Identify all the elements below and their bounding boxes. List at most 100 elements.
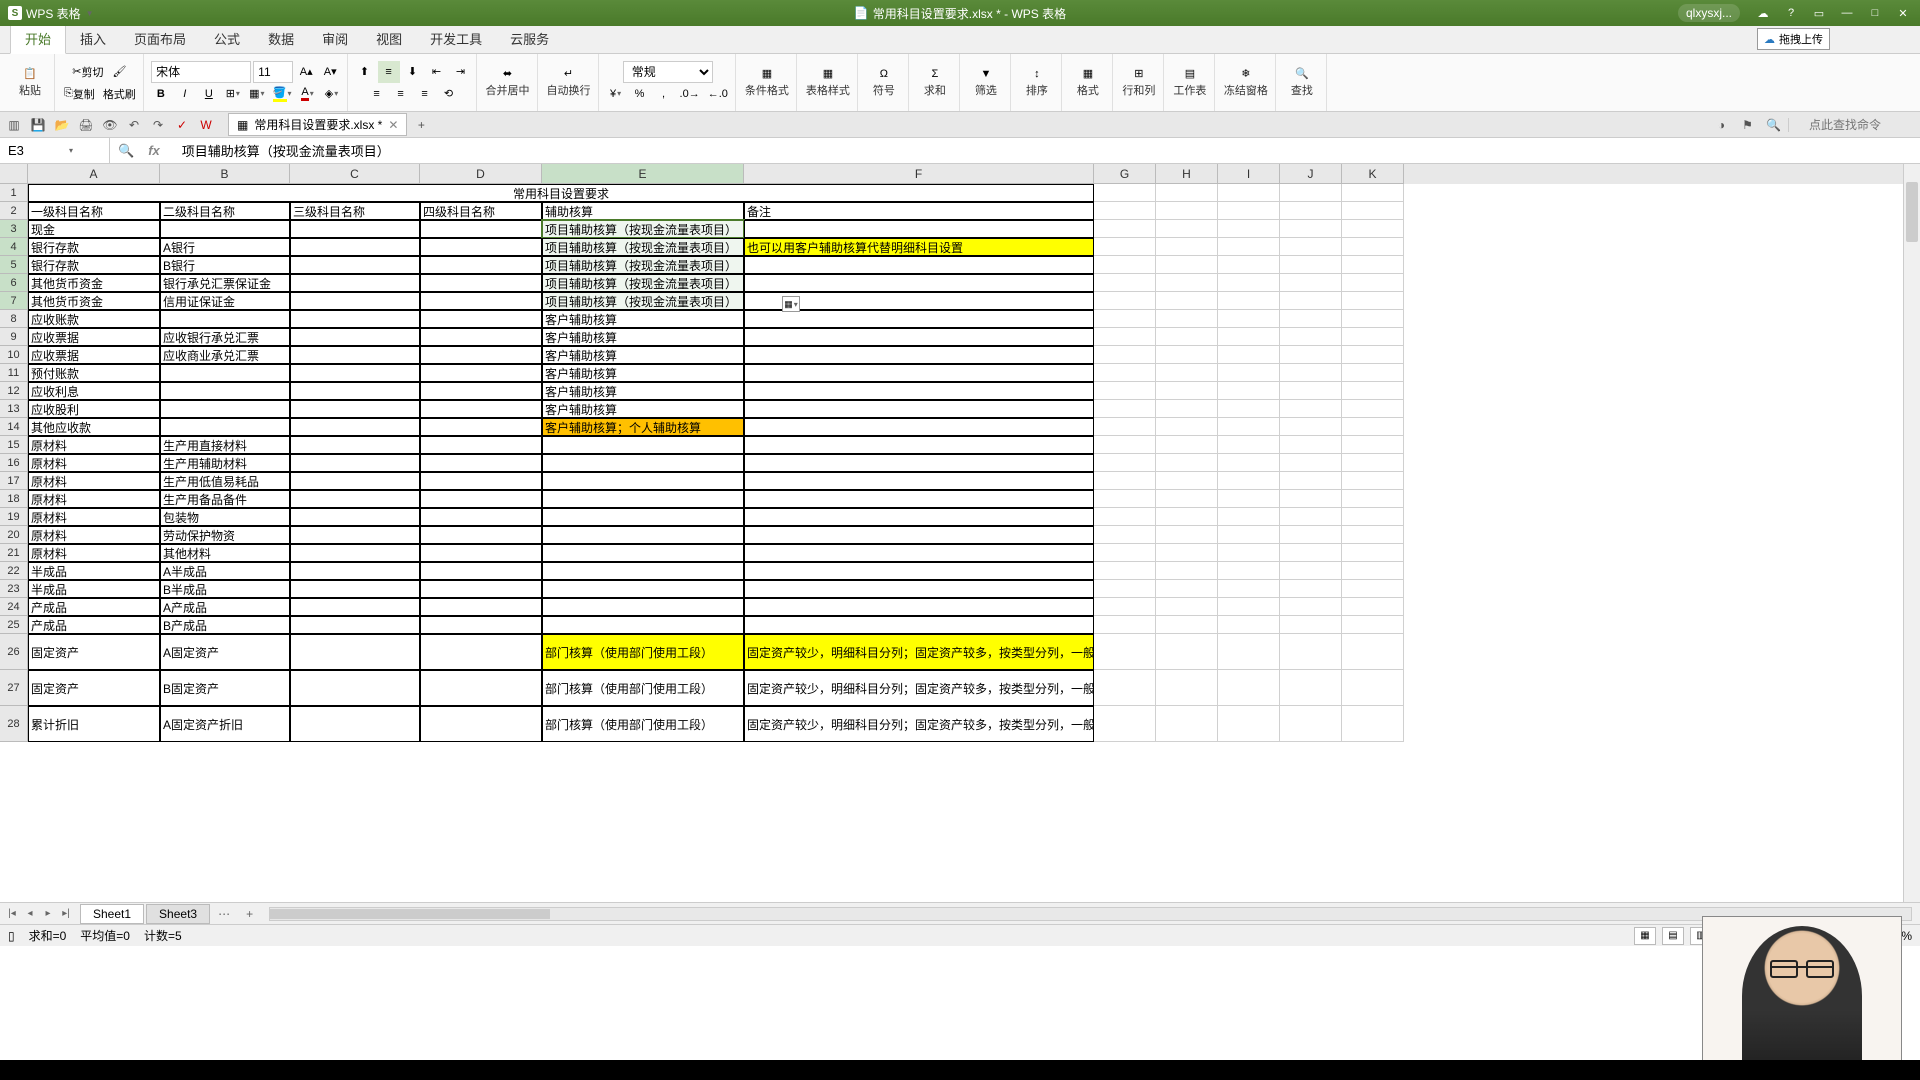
cell[interactable]: [1094, 526, 1156, 544]
cell[interactable]: [744, 274, 1094, 292]
horizontal-scrollbar[interactable]: [269, 907, 1912, 921]
menu-tab-layout[interactable]: 页面布局: [120, 24, 200, 53]
cell[interactable]: [1218, 634, 1280, 670]
cell[interactable]: [542, 508, 744, 526]
cell[interactable]: [1094, 274, 1156, 292]
cell[interactable]: [1094, 364, 1156, 382]
row-header[interactable]: 9: [0, 328, 28, 346]
cell[interactable]: [160, 364, 290, 382]
cell[interactable]: [1094, 436, 1156, 454]
cell[interactable]: [1280, 256, 1342, 274]
align-left-button[interactable]: ≡: [366, 83, 388, 105]
font-color-button[interactable]: A▾: [297, 83, 319, 105]
cell[interactable]: 三级科目名称: [290, 202, 420, 220]
cell[interactable]: [1094, 454, 1156, 472]
close-button[interactable]: ✕: [1890, 3, 1916, 23]
row-header[interactable]: 23: [0, 580, 28, 598]
cell[interactable]: [1342, 436, 1404, 454]
menu-tab-start[interactable]: 开始: [10, 23, 66, 54]
cell[interactable]: [420, 598, 542, 616]
cell[interactable]: [1342, 454, 1404, 472]
find-button[interactable]: 🔍查找: [1282, 58, 1322, 108]
redo-button[interactable]: ↷: [148, 115, 168, 135]
cell[interactable]: [1280, 508, 1342, 526]
vertical-scrollbar[interactable]: [1903, 164, 1920, 902]
cell[interactable]: [160, 220, 290, 238]
cell[interactable]: [542, 580, 744, 598]
cell[interactable]: [1280, 274, 1342, 292]
cell[interactable]: 应收账款: [28, 310, 160, 328]
col-header-B[interactable]: B: [160, 164, 290, 184]
cell[interactable]: [290, 544, 420, 562]
col-header-K[interactable]: K: [1342, 164, 1404, 184]
cell[interactable]: [1094, 562, 1156, 580]
cell[interactable]: 项目辅助核算（按现金流量表项目）: [542, 238, 744, 256]
underline-button[interactable]: U: [198, 83, 220, 105]
cell[interactable]: [1342, 580, 1404, 598]
cell[interactable]: [1280, 328, 1342, 346]
cell[interactable]: 应收股利: [28, 400, 160, 418]
cell[interactable]: [290, 238, 420, 256]
bold-button[interactable]: B: [150, 83, 172, 105]
cell[interactable]: [290, 616, 420, 634]
cell[interactable]: [1094, 634, 1156, 670]
cell[interactable]: 辅助核算: [542, 202, 744, 220]
cell[interactable]: [744, 598, 1094, 616]
cell[interactable]: 固定资产: [28, 634, 160, 670]
row-header[interactable]: 11: [0, 364, 28, 382]
cell[interactable]: [542, 490, 744, 508]
cell[interactable]: [1342, 256, 1404, 274]
cell[interactable]: [1280, 418, 1342, 436]
cell[interactable]: [420, 364, 542, 382]
cell[interactable]: [290, 508, 420, 526]
cell[interactable]: [1218, 292, 1280, 310]
cell[interactable]: [290, 418, 420, 436]
col-header-I[interactable]: I: [1218, 164, 1280, 184]
cell[interactable]: 客户辅助核算: [542, 346, 744, 364]
cell[interactable]: [1156, 310, 1218, 328]
cell[interactable]: 应收商业承兑汇票: [160, 346, 290, 364]
cell[interactable]: [290, 328, 420, 346]
cell[interactable]: [542, 562, 744, 580]
cell[interactable]: 客户辅助核算: [542, 364, 744, 382]
menu-tab-dev[interactable]: 开发工具: [416, 24, 496, 53]
cell[interactable]: [1280, 562, 1342, 580]
cell[interactable]: [744, 508, 1094, 526]
cell[interactable]: [1218, 544, 1280, 562]
cell[interactable]: [1280, 670, 1342, 706]
cell[interactable]: [420, 400, 542, 418]
cell[interactable]: [1280, 400, 1342, 418]
open-button[interactable]: 📂: [52, 115, 72, 135]
cell[interactable]: [1156, 292, 1218, 310]
cell[interactable]: [1280, 526, 1342, 544]
cell[interactable]: 部门核算（使用部门使用工段）: [542, 706, 744, 742]
cell[interactable]: 其他应收款: [28, 418, 160, 436]
cell[interactable]: [1218, 598, 1280, 616]
cell[interactable]: [1218, 670, 1280, 706]
row-header[interactable]: 13: [0, 400, 28, 418]
cell[interactable]: [1342, 562, 1404, 580]
cell[interactable]: [1280, 292, 1342, 310]
cell[interactable]: 固定资产: [28, 670, 160, 706]
cell[interactable]: [1094, 400, 1156, 418]
cut-button[interactable]: ✂剪切: [69, 61, 106, 83]
cell[interactable]: [290, 220, 420, 238]
cell[interactable]: 项目辅助核算（按现金流量表项目）: [542, 274, 744, 292]
cell[interactable]: A银行: [160, 238, 290, 256]
row-header[interactable]: 17: [0, 472, 28, 490]
cell[interactable]: A固定资产: [160, 634, 290, 670]
cell[interactable]: 原材料: [28, 472, 160, 490]
sheet-tab-1[interactable]: Sheet1: [80, 904, 144, 924]
decimal-inc-button[interactable]: .0→: [677, 83, 703, 105]
sheet-next-button[interactable]: ▸: [40, 906, 56, 922]
cell[interactable]: [1342, 400, 1404, 418]
col-header-H[interactable]: H: [1156, 164, 1218, 184]
cell[interactable]: [1342, 490, 1404, 508]
cell[interactable]: 其他货币资金: [28, 274, 160, 292]
app-menu-dd-icon[interactable]: ▼: [86, 9, 94, 18]
cell[interactable]: 项目辅助核算（按现金流量表项目）: [542, 220, 744, 238]
cell[interactable]: 原材料: [28, 490, 160, 508]
cell[interactable]: [1280, 436, 1342, 454]
cell[interactable]: [1218, 202, 1280, 220]
new-button[interactable]: ▥: [4, 115, 24, 135]
